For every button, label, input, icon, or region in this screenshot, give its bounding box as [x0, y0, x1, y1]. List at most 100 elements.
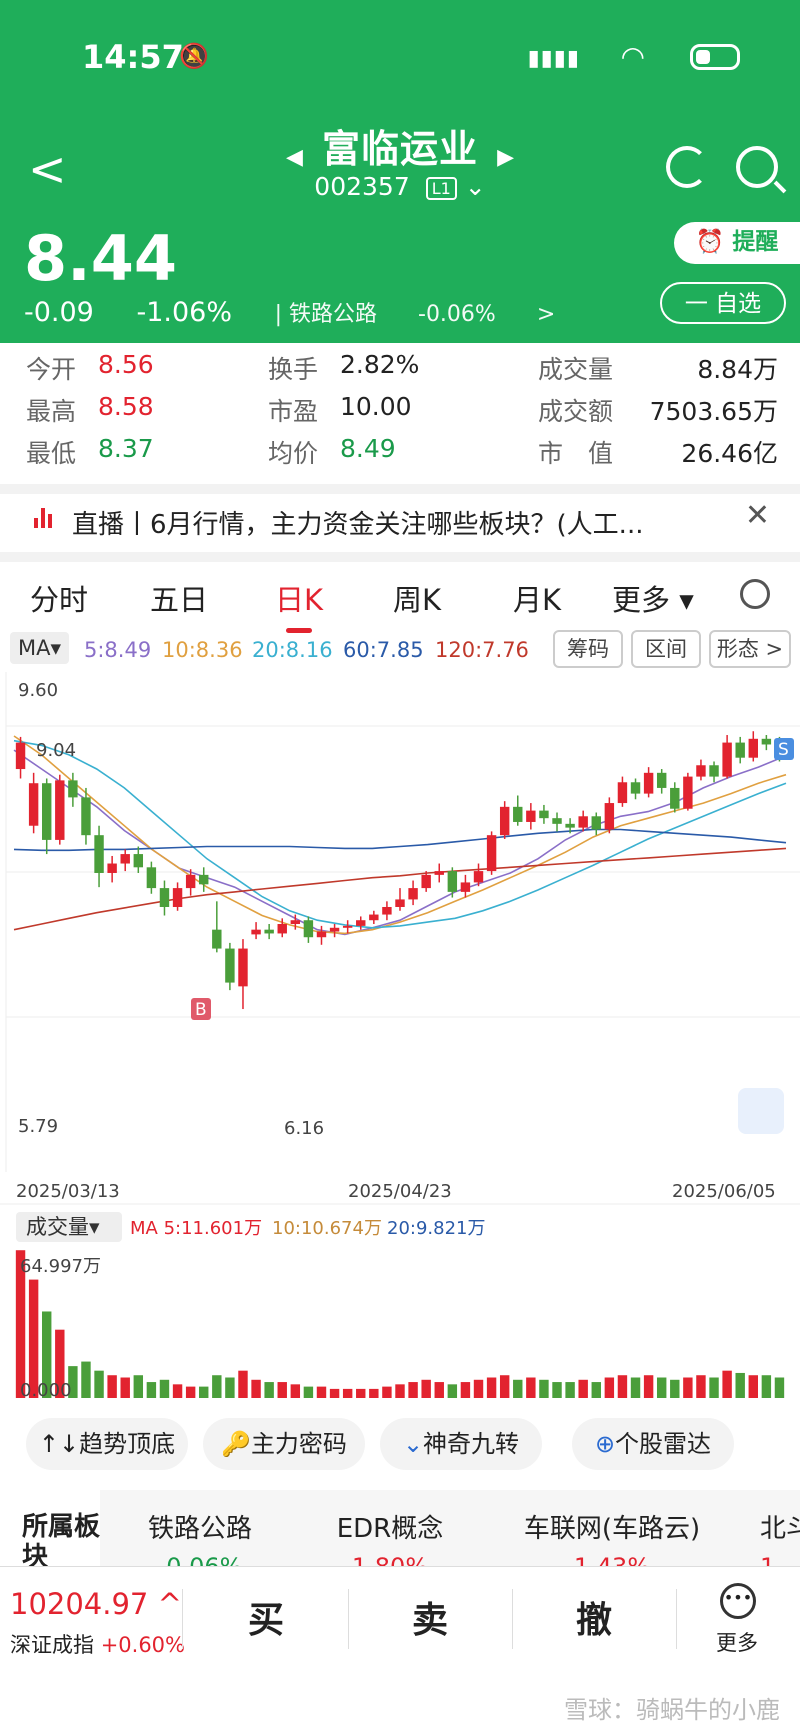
- tab-intraday[interactable]: 分时: [30, 577, 88, 619]
- volume-bar: [774, 1377, 785, 1398]
- volume-min: 0.000: [20, 1380, 72, 1401]
- volume-bar: [539, 1379, 549, 1398]
- live-icon: [34, 508, 54, 528]
- candle-body: [251, 929, 261, 935]
- signal-icon: ▮▮▮▮: [527, 46, 580, 71]
- volume-bar: [617, 1375, 628, 1398]
- sector-link[interactable]: | 铁路公路 -0.06% >: [275, 302, 556, 327]
- sector-item[interactable]: 北斗 1: [760, 1508, 800, 1570]
- volume-bar: [643, 1375, 654, 1398]
- close-icon[interactable]: ✕: [745, 498, 770, 533]
- volume-bar: [447, 1384, 458, 1398]
- candle-body: [133, 854, 144, 868]
- volume-bar: [486, 1377, 497, 1398]
- candle-body: [225, 948, 235, 983]
- pattern-button[interactable]: 形态 >: [709, 630, 791, 668]
- volume-bar: [696, 1375, 706, 1398]
- sector-item[interactable]: EDR概念 1.80%: [310, 1508, 470, 1570]
- price-change-row: -0.09 -1.06% | 铁路公路 -0.06% >: [24, 296, 589, 328]
- candle-body: [159, 888, 170, 907]
- candle-body: [447, 871, 458, 892]
- candle-body: [55, 780, 65, 840]
- fullscreen-icon[interactable]: [738, 1088, 784, 1134]
- candle-body: [316, 931, 327, 938]
- buy-button[interactable]: 买: [248, 1591, 284, 1643]
- alert-button[interactable]: ⏰ 提醒: [674, 222, 800, 264]
- candle-body: [107, 863, 117, 873]
- search-icon[interactable]: [736, 146, 778, 188]
- live-news-banner[interactable]: 直播丨6月行情，主力资金关注哪些板块？(人工... ✕: [0, 492, 800, 552]
- sector-item[interactable]: 车联网(车路云) 1.43%: [512, 1508, 712, 1570]
- sell-button[interactable]: 卖: [412, 1591, 448, 1643]
- chips-button[interactable]: 筹码: [553, 630, 623, 668]
- kline-chart[interactable]: 9.60 5.79 9.04 6.16 B S 2025/03/13 2025/…: [0, 672, 800, 1412]
- volume-bar: [146, 1382, 157, 1398]
- news-text: 直播丨6月行情，主力资金关注哪些板块？(人工...: [72, 510, 644, 540]
- candle-body: [120, 854, 130, 864]
- candle-body: [264, 929, 274, 934]
- volume-bar: [199, 1386, 209, 1398]
- volume-bar: [499, 1375, 510, 1398]
- candle-body: [212, 929, 222, 949]
- stock-name: 富临运业: [321, 127, 478, 171]
- tab-five-day[interactable]: 五日: [150, 577, 208, 619]
- buy-marker-label: B: [195, 1000, 207, 1020]
- watermark: 雪球：骑蜗牛的小鹿: [564, 1696, 780, 1724]
- candle-body: [342, 925, 353, 928]
- range-button[interactable]: 区间: [631, 630, 701, 668]
- volume-bar: [264, 1382, 274, 1398]
- volume-bar: [303, 1386, 314, 1398]
- ma-selector[interactable]: MA▾: [10, 632, 70, 664]
- radar-tool[interactable]: ⊕个股雷达: [572, 1418, 734, 1470]
- sector-row: 所属板块 铁路公路 -0.06% EDR概念 1.80% 车联网(车路云) 1.43%…: [0, 1490, 800, 1570]
- sector-item[interactable]: 铁路公路 -0.06%: [120, 1508, 280, 1570]
- volume-bar: [513, 1379, 523, 1398]
- trade-bar: 10204.97 ^ 深证成指 +0.60% 买 卖 撤 ••• 更多: [0, 1566, 800, 1674]
- status-time: 14:57: [82, 38, 184, 76]
- candle-body: [28, 783, 39, 826]
- vol-ma10: 10:10.674万: [272, 1218, 382, 1239]
- candle-body: [68, 780, 78, 798]
- volume-bar: [630, 1377, 641, 1398]
- quote-stats: 今开 8.56 最高 8.58 最低 8.37 换手 2.82% 市盈 10.00 均价 8…: [26, 350, 778, 468]
- nine-turn-tool[interactable]: ⌄神奇九转: [380, 1418, 542, 1470]
- capital-code-tool[interactable]: 🔑主力密码: [203, 1418, 365, 1470]
- more-icon[interactable]: •••: [720, 1583, 756, 1619]
- volume-bar: [94, 1370, 104, 1398]
- candle-body: [565, 823, 575, 828]
- volume-bar: [434, 1382, 444, 1398]
- volume-bar: [159, 1379, 170, 1398]
- more-label[interactable]: 更多: [716, 1627, 758, 1657]
- volume-bar: [473, 1379, 484, 1398]
- tab-daily-k[interactable]: 日K: [275, 577, 323, 633]
- tab-weekly-k[interactable]: 周K: [393, 577, 441, 619]
- candle-body: [526, 810, 536, 822]
- refresh-icon[interactable]: [666, 146, 708, 188]
- candle-body: [591, 816, 601, 830]
- watchlist-button[interactable]: 一 自选: [660, 282, 786, 324]
- volume-bar: [604, 1377, 615, 1398]
- ma-legend: MA▾ 5:8.49 10:8.36 20:8.16 60:7.85 120:7…: [0, 630, 800, 670]
- next-stock-icon[interactable]: ▶: [497, 145, 514, 170]
- volume-bar: [316, 1386, 327, 1398]
- volume-bar: [395, 1384, 405, 1398]
- cancel-order-button[interactable]: 撤: [576, 1591, 612, 1643]
- volume-bar: [748, 1375, 758, 1398]
- candle-body: [696, 765, 706, 777]
- candle-body: [408, 888, 418, 900]
- candle-body: [238, 948, 248, 987]
- candle-body: [460, 882, 471, 892]
- candle-body: [81, 797, 91, 836]
- settings-icon[interactable]: [740, 579, 770, 609]
- prev-stock-icon[interactable]: ◀: [286, 145, 303, 170]
- ma5-value: 5:8.49: [84, 638, 152, 662]
- y-max-label: 9.60: [18, 680, 58, 701]
- divider: [0, 552, 800, 562]
- index-value[interactable]: 10204.97 ^: [10, 1587, 182, 1621]
- tab-more[interactable]: 更多 ▾: [612, 577, 694, 619]
- tab-monthly-k[interactable]: 月K: [513, 577, 561, 619]
- trend-tool[interactable]: ↑↓趋势顶底: [26, 1418, 188, 1470]
- volume-bar: [565, 1382, 575, 1398]
- candle-body: [513, 806, 523, 822]
- candle-body: [329, 927, 340, 932]
